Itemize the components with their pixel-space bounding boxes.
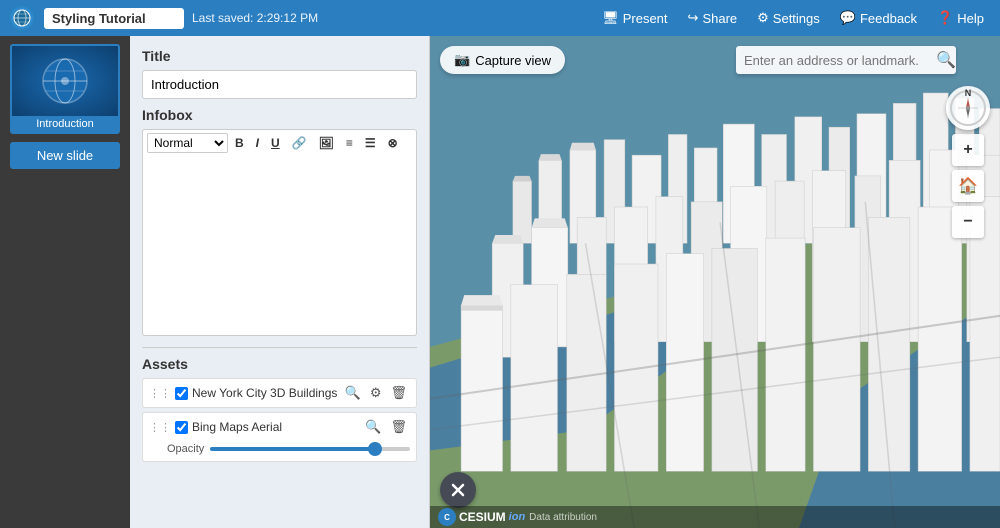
- opacity-label: Opacity: [167, 443, 204, 455]
- slide-thumbnail-image: [12, 46, 118, 116]
- present-icon: 🖥: [602, 10, 619, 26]
- italic-button[interactable]: I: [251, 133, 264, 153]
- opacity-row: Opacity: [143, 441, 416, 461]
- opacity-slider[interactable]: [210, 447, 410, 451]
- share-icon: ↪: [688, 10, 699, 26]
- help-icon: ❓: [937, 10, 953, 26]
- asset-delete-button[interactable]: 🗑: [387, 384, 410, 402]
- assets-section: Assets ⋮⋮ New York City 3D Buildings 🔍 ⚙…: [130, 356, 429, 474]
- infobox-section: Infobox Normal Heading 1 Heading 2 Headi…: [130, 107, 429, 347]
- feedback-icon: 💬: [840, 10, 856, 26]
- cesium-branding: C CESIUM ion Data attribution: [430, 506, 1000, 528]
- clear-format-button[interactable]: ⊗: [383, 133, 403, 153]
- drag-handle-icon: ⋮⋮: [149, 387, 171, 400]
- app-title[interactable]: Styling Tutorial: [44, 8, 184, 29]
- new-slide-button[interactable]: New slide: [10, 142, 120, 169]
- topbar: Styling Tutorial Last saved: 2:29:12 PM …: [0, 0, 1000, 36]
- map-search-button[interactable]: 🔍: [928, 46, 956, 74]
- map-area: 📷 Capture view 🔍 N: [430, 36, 1000, 528]
- slide-thumbnail[interactable]: Introduction: [10, 44, 120, 134]
- zoom-out-button[interactable]: −: [952, 206, 984, 238]
- slide-label: Introduction: [12, 116, 118, 132]
- search-bar: 🔍: [736, 46, 956, 74]
- topbar-actions: 🖥 Present ↪ Share ⚙ Settings 💬 Feedback …: [594, 6, 992, 30]
- link-button[interactable]: 🔗: [287, 133, 312, 153]
- bold-button[interactable]: B: [230, 133, 249, 153]
- cesium-logo: C CESIUM ion: [438, 508, 525, 526]
- title-section: Title: [130, 36, 429, 107]
- map-close-button[interactable]: [440, 472, 476, 508]
- infobox-textarea[interactable]: [142, 156, 417, 336]
- asset-search-button[interactable]: 🔍: [362, 418, 384, 436]
- title-label: Title: [142, 48, 417, 64]
- capture-view-button[interactable]: 📷 Capture view: [440, 46, 565, 74]
- asset-actions: 🔍 🗑: [362, 418, 410, 436]
- drag-handle-icon: ⋮⋮: [149, 421, 171, 434]
- infobox-toolbar: Normal Heading 1 Heading 2 Heading 3 B I…: [142, 129, 417, 156]
- infobox-label: Infobox: [142, 107, 417, 123]
- compass[interactable]: N: [946, 86, 990, 130]
- asset-checkbox[interactable]: [175, 387, 188, 400]
- asset-settings-button[interactable]: ⚙: [367, 384, 385, 402]
- underline-button[interactable]: U: [266, 133, 285, 153]
- compass-north-label: N: [965, 88, 972, 98]
- nav-controls: N + 🏠 −: [946, 86, 990, 238]
- unordered-list-button[interactable]: ☰: [360, 133, 381, 153]
- asset-row: ⋮⋮ Bing Maps Aerial 🔍 🗑: [143, 413, 416, 441]
- format-select[interactable]: Normal Heading 1 Heading 2 Heading 3: [147, 133, 228, 153]
- city-buildings: [430, 36, 1000, 528]
- title-input[interactable]: [142, 70, 417, 99]
- home-button[interactable]: 🏠: [952, 170, 984, 202]
- asset-name: New York City 3D Buildings: [192, 386, 338, 400]
- last-saved: Last saved: 2:29:12 PM: [192, 11, 586, 25]
- help-button[interactable]: ❓ Help: [929, 6, 992, 30]
- present-button[interactable]: 🖥 Present: [594, 6, 675, 30]
- app-logo: [8, 4, 36, 32]
- main-area: Introduction New slide Title Infobox Nor…: [0, 36, 1000, 528]
- share-button[interactable]: ↪ Share: [680, 6, 746, 30]
- editor-panel: Title Infobox Normal Heading 1 Heading 2…: [130, 36, 430, 528]
- cesium-name: CESIUM: [459, 510, 506, 524]
- cesium-ion-label: ion: [509, 511, 526, 523]
- asset-item: ⋮⋮ Bing Maps Aerial 🔍 🗑 Opacity: [142, 412, 417, 462]
- camera-icon: 📷: [454, 52, 470, 68]
- map-background: 📷 Capture view 🔍 N: [430, 36, 1000, 528]
- image-button[interactable]: 🖼: [314, 133, 339, 153]
- asset-actions: 🔍 ⚙ 🗑: [342, 384, 410, 402]
- settings-icon: ⚙: [757, 10, 769, 26]
- assets-label: Assets: [142, 356, 417, 372]
- cesium-logo-icon: C: [438, 508, 456, 526]
- map-search-input[interactable]: [736, 47, 928, 74]
- asset-item: ⋮⋮ New York City 3D Buildings 🔍 ⚙ 🗑: [142, 378, 417, 408]
- asset-row: ⋮⋮ New York City 3D Buildings 🔍 ⚙ 🗑: [143, 379, 416, 407]
- asset-search-button[interactable]: 🔍: [342, 384, 364, 402]
- asset-delete-button[interactable]: 🗑: [387, 418, 410, 436]
- settings-button[interactable]: ⚙ Settings: [749, 6, 828, 30]
- asset-checkbox[interactable]: [175, 421, 188, 434]
- ordered-list-button[interactable]: ≡: [341, 133, 358, 153]
- sidebar: Introduction New slide: [0, 36, 130, 528]
- zoom-in-button[interactable]: +: [952, 134, 984, 166]
- feedback-button[interactable]: 💬 Feedback: [832, 6, 925, 30]
- divider: [142, 347, 417, 348]
- asset-name: Bing Maps Aerial: [192, 420, 358, 434]
- cesium-attribution: Data attribution: [529, 512, 597, 523]
